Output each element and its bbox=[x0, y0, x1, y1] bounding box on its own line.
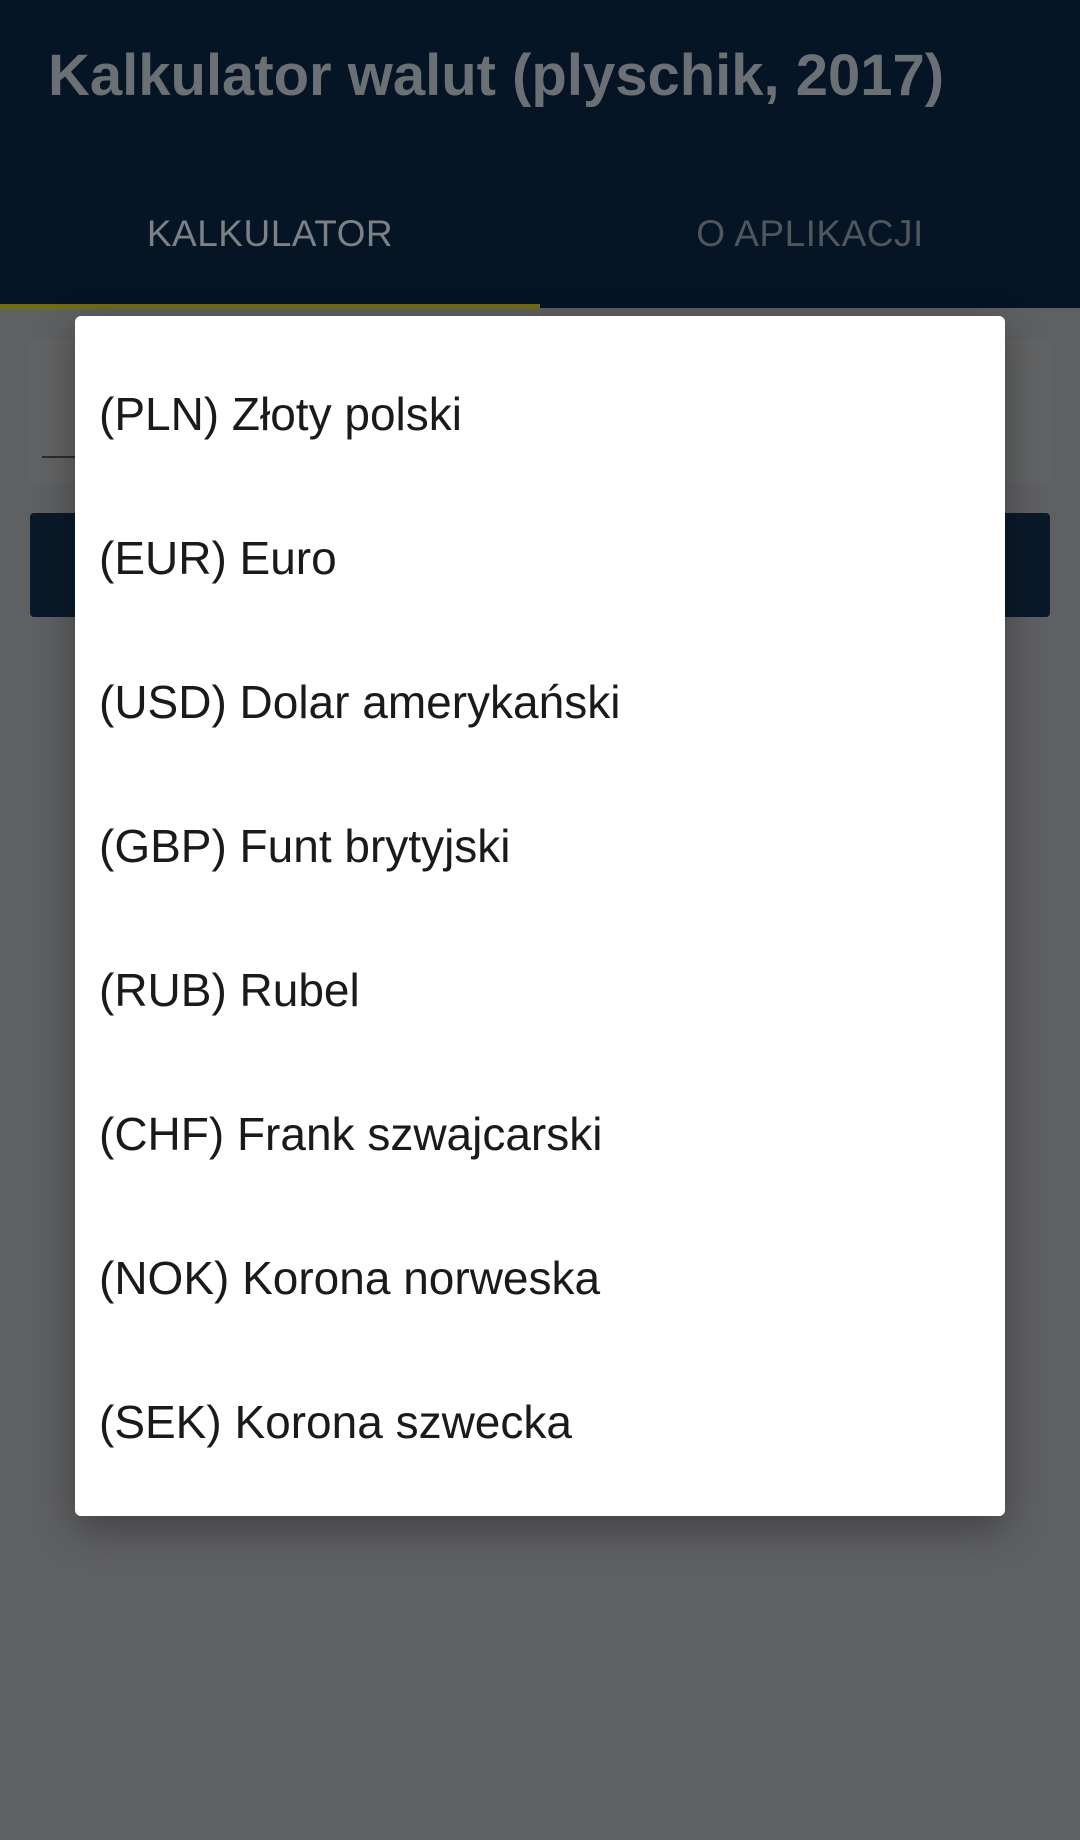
currency-option-gbp[interactable]: (GBP) Funt brytyjski bbox=[75, 774, 1005, 918]
tab-bar: KALKULATOR O APLIKACJI bbox=[0, 160, 1080, 310]
currency-option-pln[interactable]: (PLN) Złoty polski bbox=[75, 342, 1005, 486]
currency-option-chf[interactable]: (CHF) Frank szwajcarski bbox=[75, 1062, 1005, 1206]
currency-option-nok[interactable]: (NOK) Korona norweska bbox=[75, 1206, 1005, 1350]
tab-o-aplikacji[interactable]: O APLIKACJI bbox=[540, 160, 1080, 308]
currency-option-eur[interactable]: (EUR) Euro bbox=[75, 486, 1005, 630]
currency-select-dialog: (PLN) Złoty polski (EUR) Euro (USD) Dola… bbox=[75, 316, 1005, 1516]
app-bar: Kalkulator walut (plyschik, 2017) bbox=[0, 0, 1080, 160]
currency-option-rub[interactable]: (RUB) Rubel bbox=[75, 918, 1005, 1062]
tab-selected-indicator bbox=[0, 304, 540, 310]
tab-kalkulator[interactable]: KALKULATOR bbox=[0, 160, 540, 308]
currency-option-usd[interactable]: (USD) Dolar amerykański bbox=[75, 630, 1005, 774]
app-title: Kalkulator walut (plyschik, 2017) bbox=[48, 43, 945, 108]
currency-option-sek[interactable]: (SEK) Korona szwecka bbox=[75, 1350, 1005, 1494]
